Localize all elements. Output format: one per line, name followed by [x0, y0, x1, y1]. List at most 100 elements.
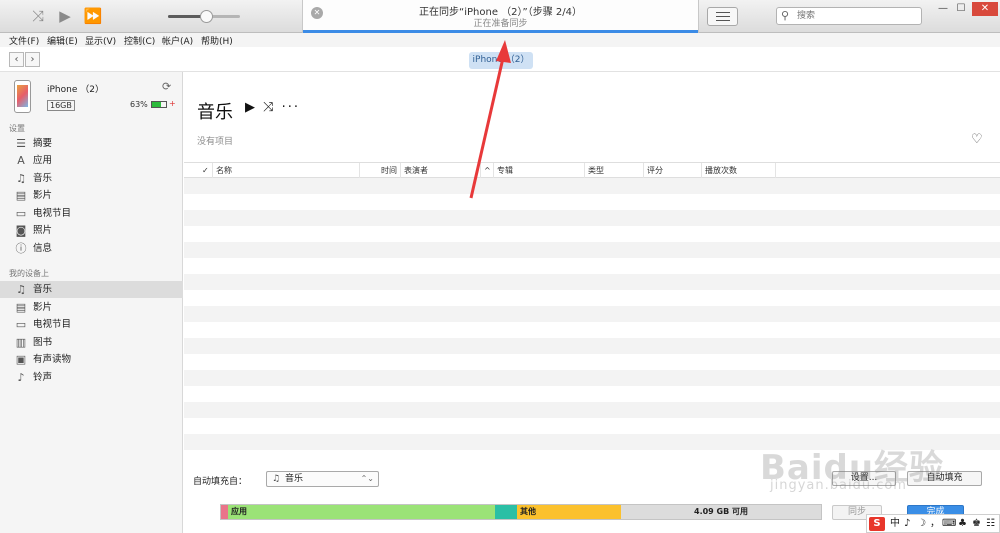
table-row — [184, 274, 1000, 290]
sidebar-item-summary[interactable]: ☰ 摘要 — [0, 135, 183, 152]
sidebar-item-device-ringtones[interactable]: ♪ 铃声 — [0, 369, 183, 386]
battery-percent: 63% — [130, 100, 148, 109]
sidebar-item-info[interactable]: ⓘ 信息 — [0, 240, 183, 257]
on-device-header: 我的设备上 — [9, 269, 49, 278]
sync-icon[interactable]: ⟳ — [162, 80, 171, 93]
menu-view[interactable]: 显示(V) — [85, 34, 116, 47]
info-icon: ⓘ — [15, 242, 27, 255]
sync-status-panel: ✕ 正在同步“iPhone （2）”（步骤 2/4） 正在准备同步 — [302, 0, 699, 33]
keyboard-icon[interactable]: ⌨ — [942, 517, 956, 531]
baidu-watermark-url: jingyan.baidu.com — [770, 478, 907, 493]
table-row — [184, 194, 1000, 210]
storage-segment: 4.09 GB 可用 — [621, 505, 821, 519]
column-album[interactable]: 专辑 — [494, 163, 585, 178]
close-window-button[interactable]: ✕ — [972, 2, 998, 16]
music-icon: ♫ — [16, 172, 26, 185]
autofill-label: 自动填充自： — [193, 477, 248, 487]
menu-account[interactable]: 帐户(A) — [162, 34, 193, 47]
sidebar-item-device-music[interactable]: ♫ 音乐 — [0, 281, 183, 298]
table-row — [184, 322, 1000, 338]
maximize-button[interactable]: ☐ — [952, 2, 970, 16]
list-icon — [716, 12, 730, 13]
column-name[interactable]: 名称 — [213, 163, 360, 178]
sidebar: iPhone （2） ⟳ 16GB 63% + 设置 ☰ 摘要 A 应用 ♫ 音乐 ▤… — [0, 72, 183, 533]
track-list — [184, 178, 1000, 462]
storage-segment — [495, 505, 517, 519]
dropdown-arrow-icon: ⌃⌄ — [360, 474, 374, 483]
apps-icon: A — [17, 154, 25, 167]
menu-edit[interactable]: 编辑(E) — [47, 34, 78, 47]
column-time[interactable]: 时间 — [360, 163, 401, 178]
empty-state-text: 没有项目 — [197, 137, 234, 147]
table-row — [184, 418, 1000, 434]
table-row — [184, 258, 1000, 274]
search-box[interactable]: ⚲ — [776, 7, 922, 25]
tv-icon: ▭ — [15, 207, 27, 220]
ime-skin-icon[interactable]: ♣ — [958, 517, 967, 531]
column-check[interactable]: ✓ — [199, 163, 213, 178]
ime-menu-icon[interactable]: ☷ — [986, 517, 995, 531]
menu-file[interactable]: 文件(F) — [9, 34, 39, 47]
device-button[interactable]: iPhone （2） — [469, 52, 533, 69]
sidebar-item-photos[interactable]: ◙ 照片 — [0, 222, 183, 239]
table-row — [184, 370, 1000, 386]
music-icon: ♫ — [16, 283, 26, 296]
heart-icon[interactable]: ♡ — [971, 132, 983, 147]
column-rating[interactable]: 评分 — [644, 163, 702, 178]
sync-status-subtitle: 正在准备同步 — [473, 19, 528, 29]
forward-button[interactable]: › — [25, 52, 40, 67]
column-genre[interactable]: 类型 — [585, 163, 644, 178]
sidebar-item-apps[interactable]: A 应用 — [0, 152, 183, 169]
ime-shirt-icon[interactable]: ♚ — [972, 517, 981, 531]
storage-segment — [221, 505, 228, 519]
ime-chinese-mode[interactable]: 中 — [890, 517, 900, 531]
device-name[interactable]: iPhone （2） — [47, 82, 104, 95]
sidebar-item-device-audiobooks[interactable]: ▣ 有声读物 — [0, 351, 183, 368]
list-view-button[interactable] — [707, 7, 738, 26]
back-button[interactable]: ‹ — [9, 52, 24, 67]
sidebar-item-music[interactable]: ♫ 音乐 — [0, 170, 183, 187]
sidebar-item-device-tv-shows[interactable]: ▭ 电视节目 — [0, 316, 183, 333]
sogou-logo-icon[interactable]: S — [869, 517, 885, 531]
fast-forward-icon[interactable]: ⏩ — [82, 6, 104, 26]
column-plays[interactable]: 播放次数 — [702, 163, 776, 178]
sort-ascending-icon[interactable]: ^ — [481, 163, 494, 178]
ime-moon-icon[interactable]: ☽ — [917, 517, 926, 531]
sidebar-item-tv-shows[interactable]: ▭ 电视节目 — [0, 205, 183, 222]
play-shuffle-more-controls[interactable]: ▶ ⤨ ··· — [245, 100, 300, 115]
minimize-button[interactable]: — — [934, 2, 952, 16]
tv-icon: ▭ — [15, 318, 27, 331]
summary-icon: ☰ — [16, 137, 26, 150]
volume-knob[interactable] — [200, 10, 213, 23]
book-icon: ▥ — [15, 336, 27, 349]
menu-bar: 文件(F) 编辑(E) 显示(V) 控制(C) 帐户(A) 帮助(H) — [0, 33, 1000, 47]
sidebar-item-device-books[interactable]: ▥ 图书 — [0, 334, 183, 351]
shuffle-icon[interactable]: ⤨ — [28, 6, 48, 26]
charging-icon: + — [169, 99, 176, 108]
volume-level — [168, 15, 204, 18]
menu-controls[interactable]: 控制(C) — [124, 34, 155, 47]
settings-header: 设置 — [9, 124, 25, 133]
autofill-source-select[interactable]: ♫ 音乐 ⌃⌄ — [266, 471, 379, 487]
ime-voice-icon[interactable]: ♪ — [904, 517, 910, 531]
storage-segment: 其他 — [517, 505, 621, 519]
page-title: 音乐 — [197, 102, 233, 123]
play-icon[interactable]: ▶ — [55, 6, 75, 26]
navigation-row: ‹ › iPhone （2） — [0, 47, 1000, 72]
camera-icon: ◙ — [15, 224, 27, 237]
sidebar-item-device-movies[interactable]: ▤ 影片 — [0, 299, 183, 316]
menu-help[interactable]: 帮助(H) — [201, 34, 233, 47]
table-row — [184, 242, 1000, 258]
storage-segment: 应用 — [228, 505, 495, 519]
ime-punctuation-icon[interactable]: ， — [930, 517, 940, 531]
table-row — [184, 226, 1000, 242]
title-bar: ⤨ ▶ ⏩ ✕ 正在同步“iPhone （2）”（步骤 2/4） 正在准备同步 … — [0, 0, 1000, 33]
column-artist[interactable]: 表演者 — [401, 163, 481, 178]
table-header: ✓ 名称 时间 表演者 ^ 专辑 类型 评分 播放次数 — [184, 162, 1000, 178]
sidebar-item-movies[interactable]: ▤ 影片 — [0, 187, 183, 204]
search-input[interactable] — [797, 9, 917, 23]
film-icon: ▤ — [15, 301, 27, 314]
iphone-icon — [14, 80, 31, 113]
ime-toolbar: S 中 ♪ ☽ ， ⌨ ♣ ♚ ☷ — [866, 514, 1000, 533]
table-row — [184, 306, 1000, 322]
